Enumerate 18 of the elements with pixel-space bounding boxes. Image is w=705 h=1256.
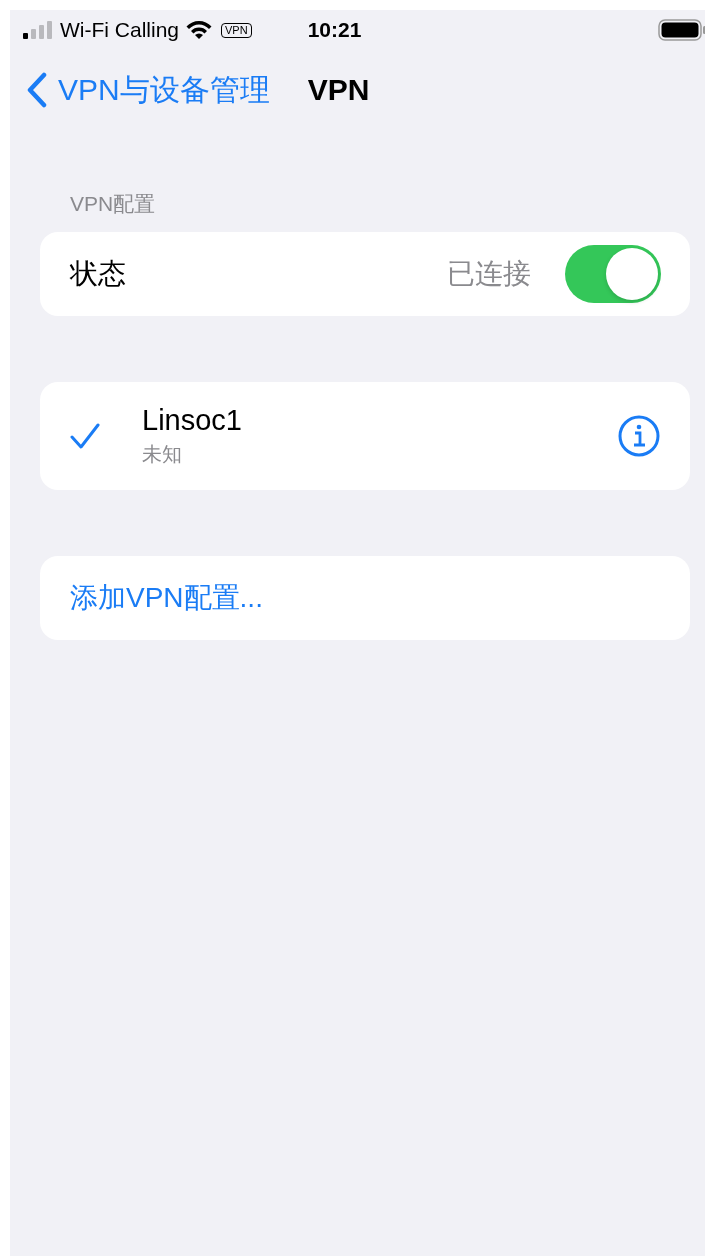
status-label: 状态 bbox=[70, 257, 127, 291]
section-header: VPN配置 bbox=[69, 191, 157, 217]
signal-icon bbox=[22, 20, 54, 40]
profile-name: Linsoc1 bbox=[142, 404, 243, 437]
page-title: VPN bbox=[307, 73, 370, 107]
battery-icon bbox=[658, 19, 705, 41]
profile-status: 未知 bbox=[142, 442, 183, 467]
back-button[interactable]: VPN与设备管理 bbox=[26, 69, 270, 111]
vpn-badge: VPN bbox=[221, 22, 252, 38]
clock-time: 10:21 bbox=[307, 18, 362, 42]
add-vpn-link[interactable]: 添加VPN配置... bbox=[70, 579, 263, 617]
info-icon[interactable] bbox=[618, 415, 660, 457]
vpn-toggle[interactable] bbox=[565, 245, 661, 303]
vpn-profile-row[interactable]: Linsoc1 未知 bbox=[40, 382, 690, 490]
chevron-left-icon bbox=[26, 72, 48, 108]
status-value: 已连接 bbox=[447, 257, 531, 291]
carrier-label: Wi-Fi Calling bbox=[60, 18, 179, 42]
wifi-icon bbox=[185, 20, 213, 40]
